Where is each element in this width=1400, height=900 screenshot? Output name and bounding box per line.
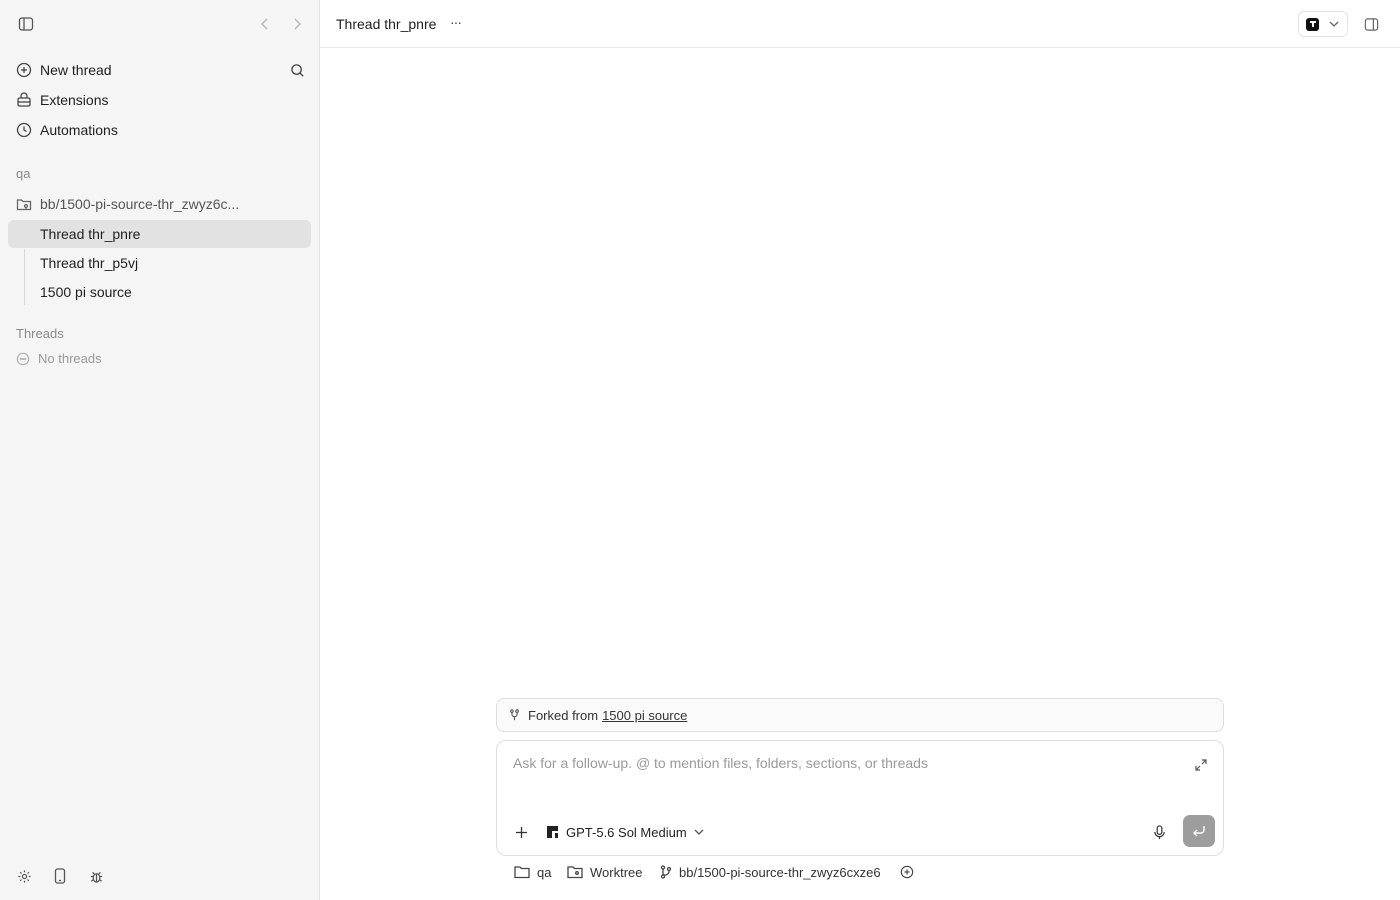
chevron-down-icon [1329, 21, 1339, 27]
thread-title: Thread thr_pnre [336, 16, 437, 32]
app-selector-button[interactable] [1298, 11, 1348, 37]
forward-arrow-icon[interactable] [286, 12, 308, 36]
more-options-button[interactable]: ··· [450, 14, 462, 30]
forked-from-banner: Forked from 1500 pi source [496, 698, 1224, 732]
follow-up-input[interactable] [513, 755, 1173, 771]
new-thread-label: New thread [40, 62, 112, 78]
send-button[interactable] [1183, 815, 1215, 847]
project-selector[interactable]: qa [514, 862, 551, 882]
thread-label: 1500 pi source [40, 284, 132, 300]
toggle-right-panel-icon[interactable] [1360, 12, 1382, 36]
send-arrow-icon [1192, 825, 1206, 837]
app-logo-icon [1306, 17, 1319, 31]
fork-icon [509, 709, 520, 721]
folder-icon [514, 866, 530, 879]
puzzle-icon [8, 92, 40, 108]
thread-label: Thread thr_pnre [40, 226, 141, 242]
microphone-icon[interactable] [1149, 822, 1169, 842]
composer: GPT-5.6 Sol Medium [496, 740, 1224, 856]
worktree-folder-icon [8, 196, 40, 212]
sidebar: New thread Extensions Automations qa bb/… [0, 0, 320, 900]
bug-icon[interactable] [86, 866, 106, 886]
threads-section-label: Threads [16, 326, 64, 341]
back-arrow-icon[interactable] [254, 12, 276, 36]
forked-from-prefix: Forked from [528, 707, 599, 723]
automations-label: Automations [40, 122, 118, 138]
forked-from-link[interactable]: 1500 pi source [602, 708, 687, 723]
mobile-device-icon[interactable] [50, 866, 70, 886]
plus-circle-icon [8, 62, 40, 78]
thread-label: Thread thr_p5vj [40, 255, 139, 271]
no-threads-label: No threads [38, 351, 102, 366]
add-circle-icon[interactable] [899, 864, 915, 880]
no-threads-row: No threads [16, 351, 102, 366]
mode-selector[interactable]: Worktree [567, 862, 643, 882]
clock-icon [8, 122, 40, 138]
search-icon[interactable] [286, 58, 308, 82]
thread-item[interactable]: 1500 pi source [8, 278, 311, 306]
toggle-sidebar-icon[interactable] [14, 12, 38, 36]
worktree-item[interactable]: bb/1500-pi-source-thr_zwyz6c... [8, 190, 311, 218]
project-name: qa [537, 864, 552, 880]
mode-name: Worktree [590, 864, 643, 880]
model-selector[interactable]: GPT-5.6 Sol Medium [546, 823, 704, 841]
extensions-button[interactable]: Extensions [8, 86, 311, 114]
new-thread-button[interactable]: New thread [8, 56, 311, 84]
thread-item-active[interactable]: Thread thr_pnre [8, 220, 311, 248]
model-label: GPT-5.6 Sol Medium [566, 824, 687, 840]
expand-composer-icon[interactable] [1193, 757, 1209, 773]
chevron-down-icon [694, 829, 704, 835]
git-branch-icon [660, 865, 672, 879]
empty-chat-icon [16, 352, 30, 366]
thread-item[interactable]: Thread thr_p5vj [8, 249, 311, 277]
branch-name: bb/1500-pi-source-thr_zwyz6cxze6 [679, 864, 881, 880]
worktree-label: bb/1500-pi-source-thr_zwyz6c... [40, 196, 240, 212]
worktree-icon [567, 866, 583, 879]
branch-selector[interactable]: bb/1500-pi-source-thr_zwyz6cxze6 [660, 862, 881, 882]
extensions-label: Extensions [40, 92, 109, 108]
project-label: qa [16, 166, 31, 181]
automations-button[interactable]: Automations [8, 116, 311, 144]
settings-gear-icon[interactable] [14, 866, 34, 886]
model-icon [546, 825, 560, 839]
top-bar: Thread thr_pnre ··· [320, 0, 1400, 48]
add-attachment-icon[interactable] [511, 822, 531, 842]
